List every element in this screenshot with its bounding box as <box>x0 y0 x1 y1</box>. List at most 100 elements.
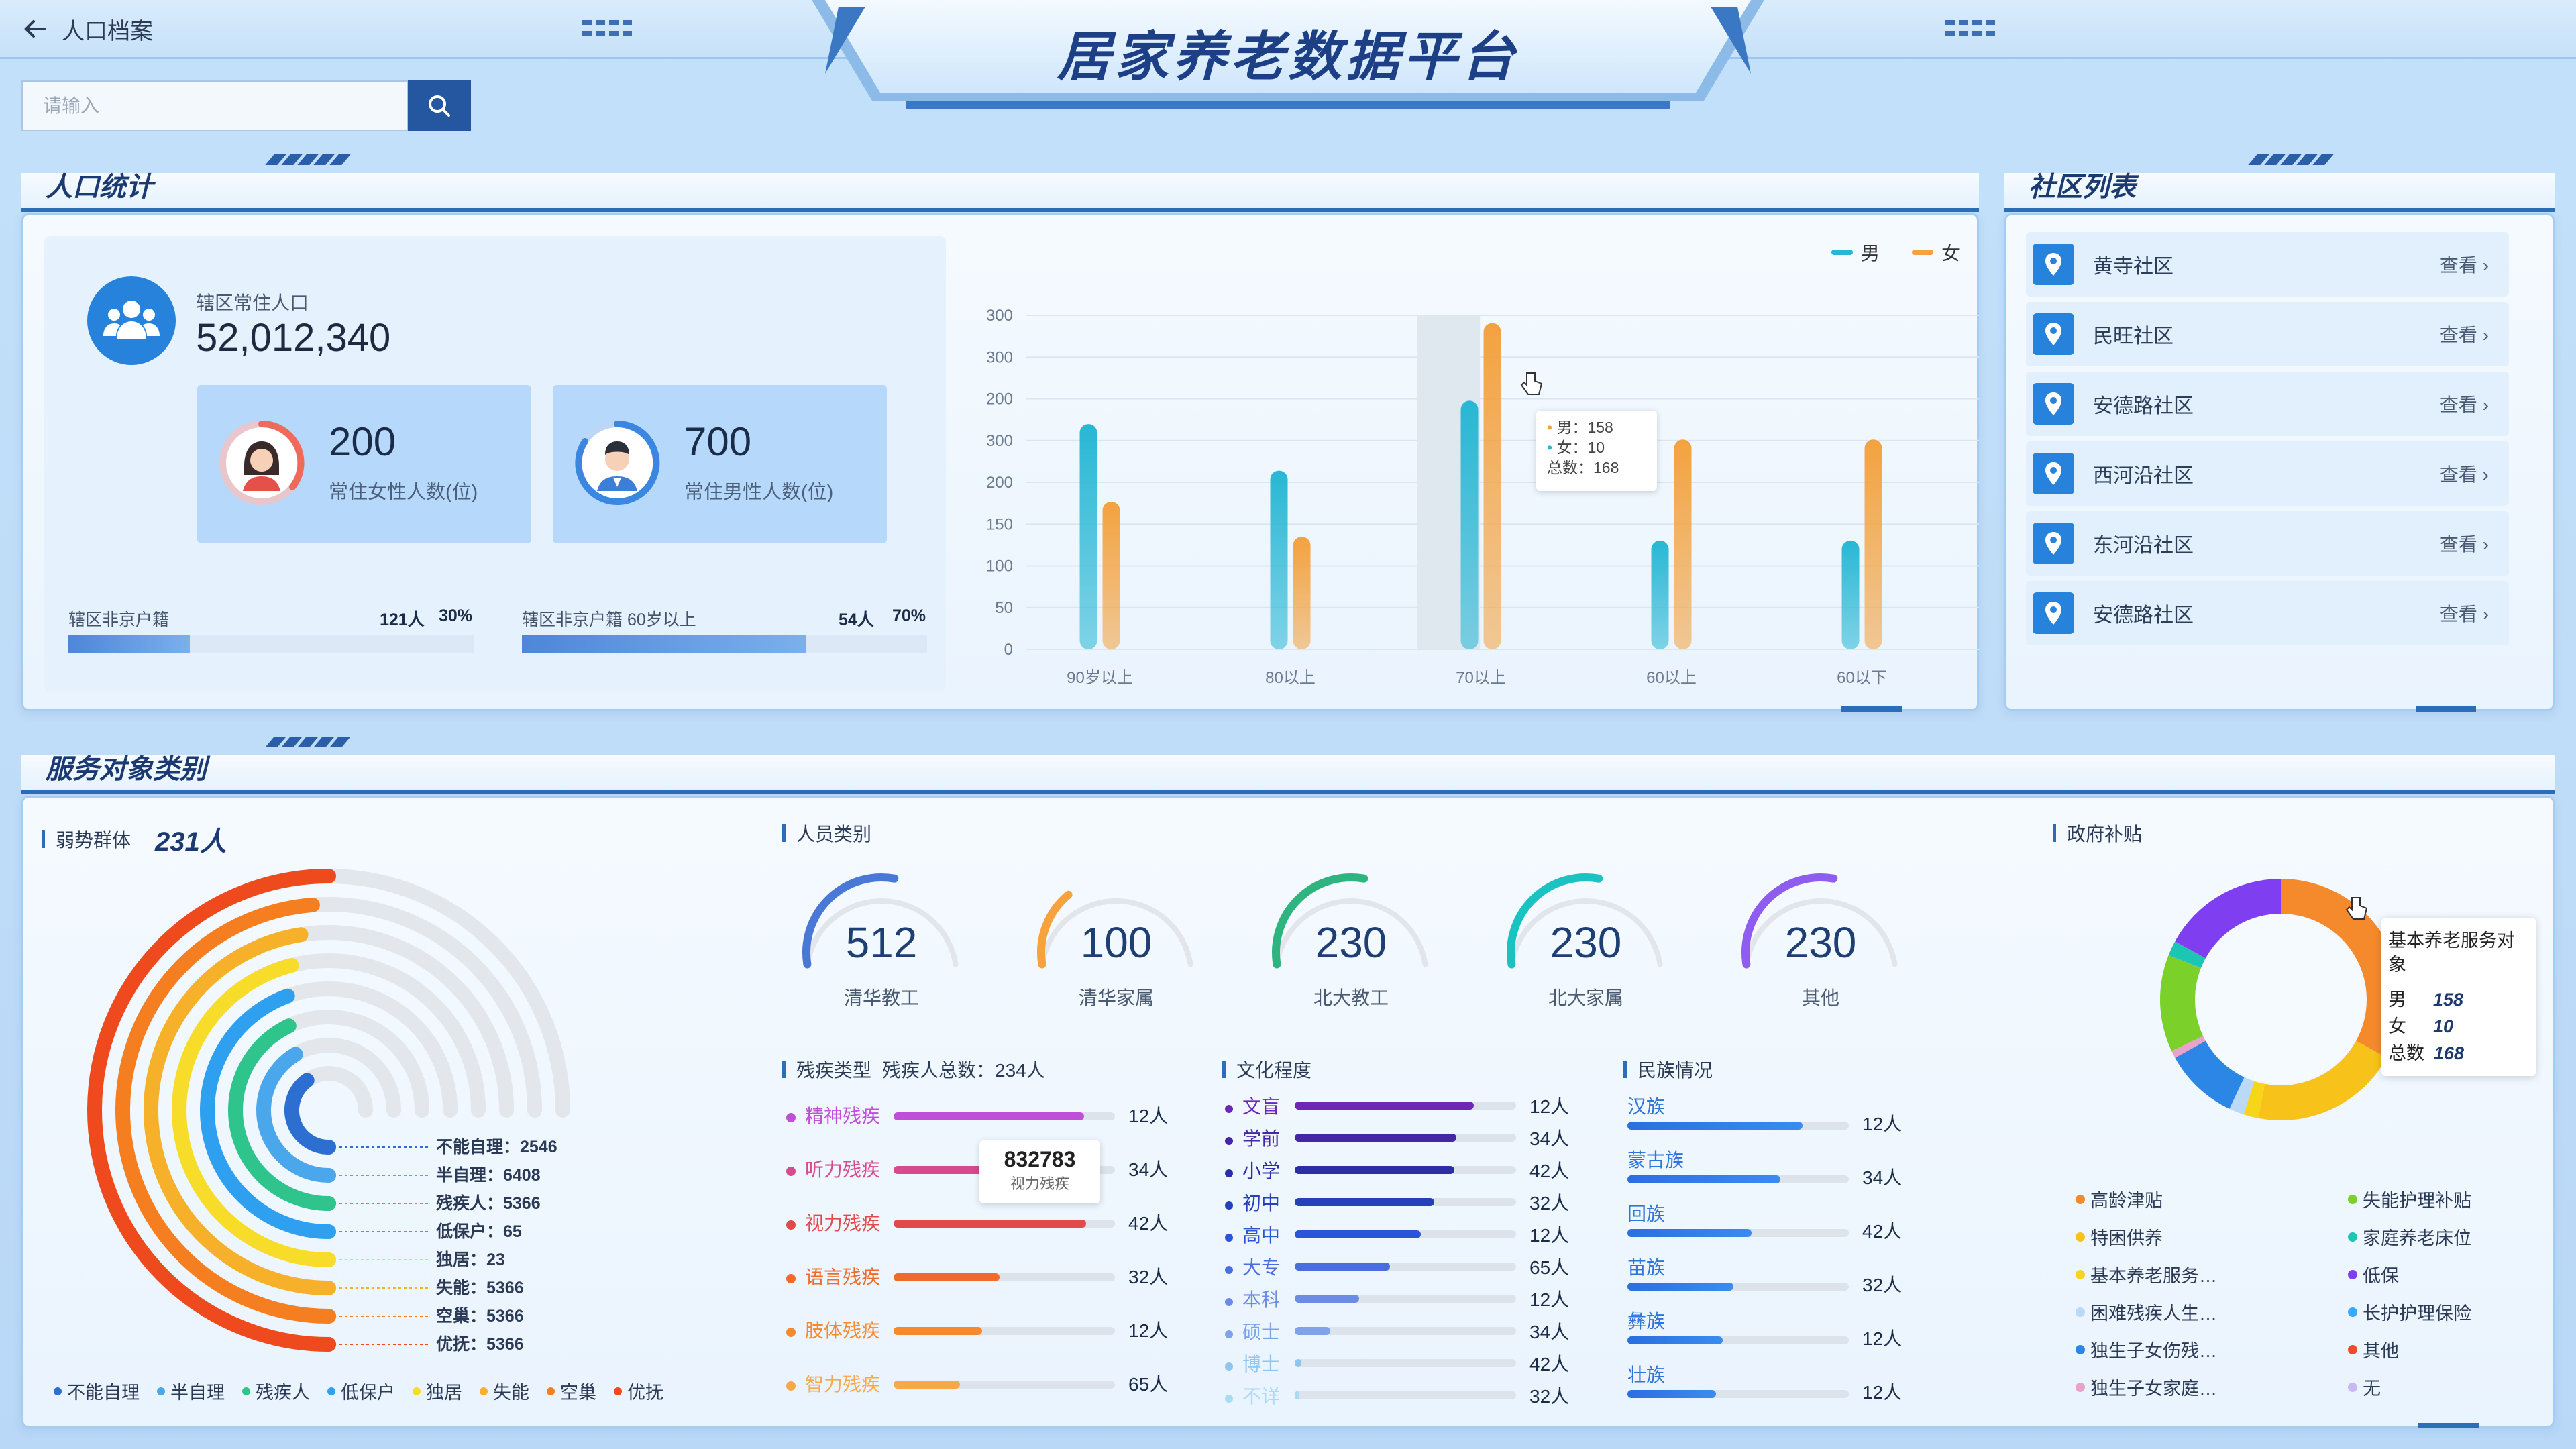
view-link[interactable]: 查看 › <box>2440 530 2489 557</box>
ring-label: 不能自理：2546 <box>436 1137 557 1157</box>
gauge-label: 其他 <box>1801 987 1839 1008</box>
ethnicity-bar <box>1627 1175 1849 1183</box>
ethnicity-label: 彝族 <box>1627 1311 1666 1332</box>
education-value: 32人 <box>1529 1193 1570 1214</box>
community-item[interactable]: 民旺社区 查看 › <box>2026 302 2509 366</box>
gauge-value: 230 <box>1315 918 1387 967</box>
community-name: 安德路社区 <box>2093 395 2194 417</box>
education-label: 初中 <box>1225 1189 1280 1216</box>
education-value: 12人 <box>1529 1096 1570 1117</box>
ethnicity-label: 苗族 <box>1627 1257 1666 1278</box>
disability-value: 42人 <box>1128 1213 1169 1234</box>
progress-bar-2 <box>522 635 927 653</box>
view-link[interactable]: 查看 › <box>2440 460 2489 487</box>
view-link[interactable]: 查看 › <box>2440 321 2489 347</box>
disability-bar <box>894 1112 1115 1120</box>
subsidy-title: 政府补贴 <box>2053 820 2142 847</box>
disability-label: 肢体残疾 <box>786 1316 880 1343</box>
app-title: 居家养老数据平台 <box>1057 25 1519 88</box>
disability-bar <box>894 1327 1115 1335</box>
search-icon <box>429 95 451 117</box>
education-bar <box>1295 1327 1516 1335</box>
legend-item: 优抚 <box>614 1378 663 1404</box>
back-button[interactable]: 人口档案 <box>20 12 153 46</box>
page-title: 人口档案 <box>62 18 153 44</box>
education-label: 高中 <box>1225 1221 1280 1248</box>
arrow-left-icon <box>24 20 46 38</box>
bar-male[interactable] <box>1651 540 1669 649</box>
search-input[interactable] <box>21 80 409 131</box>
progress-count-1: 121人 <box>380 610 425 629</box>
ring-label: 残疾人：5366 <box>436 1193 541 1213</box>
bar-male[interactable] <box>1270 470 1288 649</box>
subsidy-legend-item: 失能护理补贴 <box>2348 1186 2471 1212</box>
disability-label: 智力残疾 <box>786 1370 880 1397</box>
location-pin-icon <box>2033 592 2074 634</box>
disability-total: 残疾人总数：234人 <box>882 1060 1045 1081</box>
ethnicity-value: 12人 <box>1862 1328 1902 1349</box>
view-link[interactable]: 查看 › <box>2440 251 2489 278</box>
community-item[interactable]: 西河沿社区 查看 › <box>2026 441 2509 506</box>
ethnicity-title: 民族情况 <box>1623 1056 1713 1083</box>
disability-tooltip-label: 视力残疾 <box>1010 1175 1069 1192</box>
subsidy-legend-item: 长护护理保险 <box>2348 1299 2471 1325</box>
education-bar <box>1295 1263 1516 1271</box>
community-item[interactable]: 安德路社区 查看 › <box>2026 372 2509 436</box>
legend-item: 半自理 <box>157 1378 225 1404</box>
female-card: 200 常住女性人数(位) <box>197 385 531 543</box>
disability-value: 32人 <box>1128 1267 1169 1287</box>
education-label: 硕士 <box>1225 1318 1280 1344</box>
donut-hole <box>2196 915 2365 1084</box>
community-name: 民旺社区 <box>2093 325 2174 347</box>
legend-item: 失能 <box>480 1378 529 1404</box>
education-label: 不详 <box>1225 1382 1280 1409</box>
education-value: 42人 <box>1529 1354 1570 1375</box>
y-tick-label: 100 <box>986 557 1013 576</box>
community-item[interactable]: 东河沿社区 查看 › <box>2026 511 2509 576</box>
location-pin-icon <box>2033 453 2074 494</box>
y-tick-label: 200 <box>986 474 1013 492</box>
ring-label: 失能：5366 <box>436 1278 524 1297</box>
progress-count-2: 54人 <box>839 610 874 629</box>
progress-label-1: 辖区非京户籍 <box>68 610 170 629</box>
ethnicity-bar <box>1627 1229 1849 1237</box>
search-button[interactable] <box>408 80 471 131</box>
education-value: 65人 <box>1529 1257 1570 1278</box>
disability-bar <box>894 1381 1115 1389</box>
bar-female[interactable] <box>1102 501 1120 649</box>
subsidy-legend-item: 独生子女伤残… <box>2076 1336 2217 1362</box>
disability-value: 34人 <box>1128 1159 1169 1180</box>
bar-male[interactable] <box>1841 540 1860 649</box>
ring-0[interactable] <box>284 1073 336 1155</box>
view-link[interactable]: 查看 › <box>2440 390 2489 417</box>
gauge-label: 清华教工 <box>843 987 919 1008</box>
bar-male[interactable] <box>1460 400 1479 649</box>
community-name: 西河沿社区 <box>2093 465 2194 487</box>
education-value: 12人 <box>1529 1289 1570 1310</box>
community-item[interactable]: 黄寺社区 查看 › <box>2026 232 2509 297</box>
ethnicity-value: 12人 <box>1862 1114 1902 1134</box>
education-title: 文化程度 <box>1222 1056 1311 1083</box>
view-link[interactable]: 查看 › <box>2440 600 2489 627</box>
y-tick-label: 150 <box>986 515 1013 533</box>
bar-female[interactable] <box>1674 439 1692 649</box>
disability-value: 65人 <box>1128 1374 1169 1395</box>
disability-bar <box>894 1220 1115 1228</box>
ethnicity-label: 壮族 <box>1627 1364 1666 1385</box>
community-name: 安德路社区 <box>2093 604 2194 627</box>
disability-label: 精神残疾 <box>786 1102 880 1128</box>
education-value: 34人 <box>1529 1128 1570 1149</box>
bar-female[interactable] <box>1293 537 1311 649</box>
bar-female[interactable] <box>1864 439 1882 649</box>
education-bar <box>1295 1102 1516 1110</box>
gauge-0: 512 清华教工 <box>794 865 969 1020</box>
subsidy-legend-item: 无 <box>2348 1374 2381 1400</box>
tooltip-total: 总数：168 <box>1547 459 1619 476</box>
bar-female[interactable] <box>1483 323 1501 649</box>
subsidy-legend-item: 基本养老服务… <box>2076 1261 2217 1287</box>
community-item[interactable]: 安德路社区 查看 › <box>2026 581 2509 645</box>
gauge-value: 230 <box>1784 918 1857 967</box>
bar-male[interactable] <box>1079 424 1097 649</box>
ethnicity-label: 汉族 <box>1627 1096 1666 1117</box>
legend-item: 低保户 <box>327 1378 395 1404</box>
